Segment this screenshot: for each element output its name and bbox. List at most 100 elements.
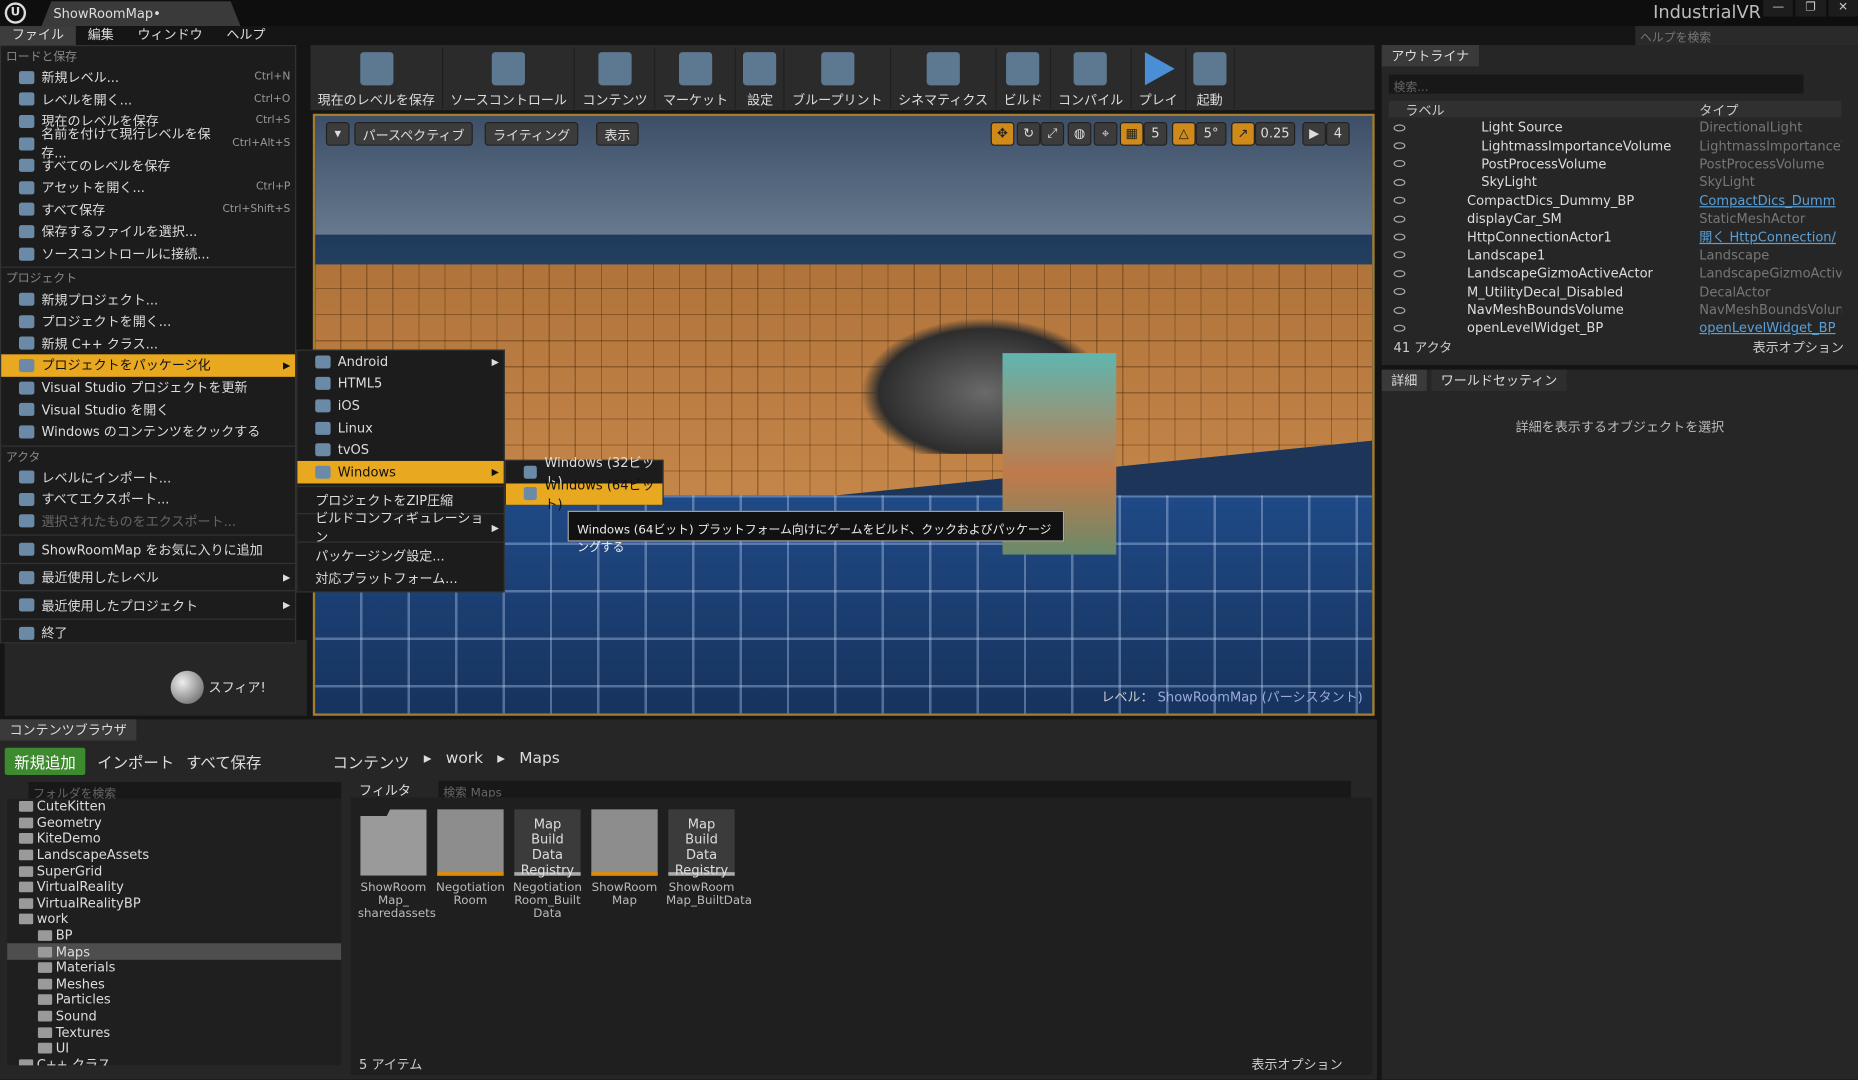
visibility-eye-icon[interactable] <box>1393 178 1406 186</box>
tree-folder[interactable]: LandscapeAssets <box>7 847 341 863</box>
save-level-button[interactable]: 現在のレベルを保存 <box>310 47 444 110</box>
platform-item[interactable]: プロジェクトをZIP圧縮 <box>297 489 503 511</box>
outliner-row[interactable]: CompactDics_Dummy_BP CompactDics_Dumm <box>1389 191 1842 209</box>
tree-folder[interactable]: VirtualReality <box>7 879 341 895</box>
actor-type[interactable]: 開く HttpConnection/ <box>1699 228 1841 247</box>
visibility-eye-icon[interactable] <box>1393 306 1406 314</box>
tree-folder[interactable]: Geometry <box>7 815 341 831</box>
grid-snap-icon[interactable]: ▦ <box>1119 122 1144 146</box>
add-new-button[interactable]: 新規追加 <box>4 747 86 775</box>
outliner-row[interactable]: Light Source DirectionalLight <box>1389 118 1842 136</box>
exit-item[interactable]: 終了 <box>1 622 295 644</box>
platform-item[interactable]: HTML5 <box>297 373 503 395</box>
show-button[interactable]: 表示 <box>596 122 639 146</box>
scale-icon[interactable]: ⤢ <box>1040 122 1065 146</box>
rotation-snap-icon[interactable]: △ <box>1171 122 1196 146</box>
folder-search-input[interactable]: フォルダを検索 <box>28 782 342 801</box>
tree-folder[interactable]: Particles <box>7 992 341 1008</box>
settings-button[interactable]: 設定 <box>736 47 786 110</box>
scale-snap-icon[interactable]: ↗ <box>1231 122 1255 146</box>
tree-folder[interactable]: Maps <box>7 943 342 960</box>
visibility-eye-icon[interactable] <box>1393 269 1406 278</box>
content-button[interactable]: コンテンツ <box>575 47 656 110</box>
platform-item[interactable]: 対応プラットフォーム... <box>297 567 503 589</box>
file-menu-item[interactable]: 新規プロジェクト... <box>1 288 295 310</box>
visibility-eye-icon[interactable] <box>1393 324 1406 332</box>
maximize-button[interactable]: ❐ <box>1795 0 1826 17</box>
asset-search-input[interactable]: 検索 Maps <box>438 780 1351 800</box>
lighting-button[interactable]: ライティング <box>484 122 579 146</box>
world-icon[interactable]: ◍ <box>1067 122 1092 146</box>
outliner-row[interactable]: LightmassImportanceVolume LightmassImport… <box>1389 137 1841 155</box>
tree-folder[interactable]: work <box>7 911 341 927</box>
build-button[interactable]: ビルド <box>996 47 1051 110</box>
outliner-tab[interactable]: アウトライナ <box>1381 45 1479 67</box>
file-menu-item[interactable]: プロジェクトをパッケージ化 ▶ <box>1 354 296 377</box>
menu-edit[interactable]: 編集 <box>76 26 126 45</box>
minimize-button[interactable]: — <box>1763 0 1794 17</box>
platform-item[interactable]: tvOS <box>297 439 503 461</box>
rotate-icon[interactable]: ↻ <box>1016 122 1041 146</box>
tree-folder[interactable]: Textures <box>7 1024 341 1040</box>
tree-folder[interactable]: CuteKitten <box>7 799 341 815</box>
visibility-eye-icon[interactable] <box>1393 288 1406 296</box>
windows-arch-item[interactable]: Windows (64ビット) <box>505 477 663 512</box>
file-menu-item[interactable]: 新規 C++ クラス... <box>1 332 295 354</box>
launch-button[interactable]: 起動 <box>1186 47 1235 110</box>
world-settings-tab[interactable]: ワールドセッティン <box>1431 369 1567 392</box>
perspective-button[interactable]: パースペクティブ <box>354 122 473 146</box>
surface-snap-icon[interactable]: ⌖ <box>1093 122 1118 146</box>
visibility-eye-icon[interactable] <box>1393 197 1406 205</box>
outliner-row[interactable]: PostProcessVolume PostProcessVolume <box>1389 155 1842 173</box>
camera-speed-value[interactable]: 4 <box>1326 122 1350 146</box>
visibility-eye-icon[interactable] <box>1393 215 1406 223</box>
compile-button[interactable]: コンパイル <box>1051 47 1132 110</box>
tree-folder[interactable]: Sound <box>7 1008 341 1024</box>
tree-folder[interactable]: SuperGrid <box>7 863 341 879</box>
platform-item[interactable]: Windows ▶ <box>297 460 504 483</box>
crumb-work[interactable]: work <box>446 750 483 773</box>
cinematics-button[interactable]: シネマティクス <box>891 47 997 110</box>
details-tab[interactable]: 詳細 <box>1381 369 1427 392</box>
visibility-eye-icon[interactable] <box>1393 251 1406 259</box>
menu-window[interactable]: ウィンドウ <box>126 26 215 45</box>
visibility-eye-icon[interactable] <box>1393 233 1406 241</box>
sphere-label[interactable]: スフィア! <box>209 678 266 697</box>
file-menu-item[interactable]: 新規レベル... Ctrl+N <box>1 66 295 88</box>
content-browser-tab[interactable]: コンテンツブラウザ <box>0 719 137 741</box>
file-menu-item[interactable]: すべて保存 Ctrl+Shift+S <box>1 199 295 221</box>
visibility-eye-icon[interactable] <box>1393 124 1406 132</box>
tree-folder[interactable]: Materials <box>7 960 341 976</box>
recent-projects-item[interactable]: 最近使用したプロジェクト ▶ <box>1 594 295 616</box>
menu-file[interactable]: ファイル <box>0 26 76 46</box>
file-menu-item[interactable]: すべてのレベルを保存 <box>1 154 295 176</box>
asset-tile[interactable]: ShowRoom Map_ sharedassets <box>358 809 436 928</box>
sphere-thumbnail-icon[interactable] <box>170 670 204 704</box>
translate-icon[interactable]: ✥ <box>990 122 1015 146</box>
recent-levels-item[interactable]: 最近使用したレベル ▶ <box>1 566 295 588</box>
outliner-row[interactable]: M_UtilityDecal_Disabled DecalActor <box>1389 283 1842 301</box>
file-menu-item[interactable]: アセットを開く... Ctrl+P <box>1 177 295 199</box>
outliner-row[interactable]: SkyLight SkyLight <box>1389 173 1842 191</box>
market-button[interactable]: マーケット <box>656 47 737 110</box>
file-menu-item[interactable]: ソースコントロールに接続... <box>1 243 295 265</box>
file-menu-item[interactable]: すべてエクスポート... <box>1 488 295 510</box>
rotation-snap-value[interactable]: 5° <box>1195 122 1227 146</box>
outliner-row[interactable]: openLevelWidget_BP openLevelWidget_BP <box>1389 319 1842 337</box>
col-label[interactable]: ラベル <box>1389 101 1699 118</box>
play-button[interactable]: プレイ <box>1131 47 1186 110</box>
close-button[interactable]: ✕ <box>1828 0 1858 17</box>
tree-folder[interactable]: UI <box>7 1040 341 1056</box>
scale-snap-value[interactable]: 0.25 <box>1254 122 1296 146</box>
outliner-view-options[interactable]: 表示オプション <box>1753 338 1844 357</box>
asset-tile[interactable]: ShowRoom Map <box>589 809 660 928</box>
platform-item[interactable]: Android ▶ <box>297 351 503 373</box>
camera-speed-icon[interactable]: ▶ <box>1302 122 1327 146</box>
asset-tile[interactable]: Negotiation Room <box>435 809 506 928</box>
menu-help[interactable]: ヘルプ <box>214 26 277 45</box>
crumb-maps[interactable]: Maps <box>519 750 560 773</box>
unreal-logo-icon[interactable]: U <box>4 2 27 24</box>
add-favorite-item[interactable]: ShowRoomMap をお気に入りに追加 <box>1 538 295 560</box>
asset-tile[interactable]: Map Build Data Registry Negotiation Room_… <box>512 809 583 928</box>
actor-type[interactable]: CompactDics_Dumm <box>1699 193 1841 208</box>
